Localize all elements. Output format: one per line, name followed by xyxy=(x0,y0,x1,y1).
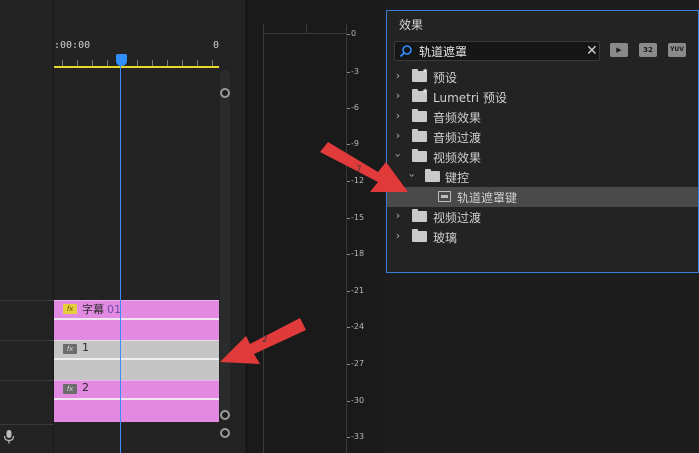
folder-icon xyxy=(412,209,427,222)
tree-item-label: 视频过渡 xyxy=(433,211,482,225)
db-label: -3 xyxy=(351,67,359,76)
folder-icon: ★ xyxy=(412,67,428,82)
chevron-right-icon[interactable]: › xyxy=(393,209,403,222)
tree-item-track-matte-key[interactable]: 轨道遮罩键 xyxy=(387,187,698,207)
scroll-zoom-handle[interactable] xyxy=(220,88,230,98)
meter-channels xyxy=(263,24,347,453)
clip-label: 1 xyxy=(82,341,89,354)
db-label: -18 xyxy=(351,249,365,258)
db-label: -21 xyxy=(351,286,365,295)
chevron-right-icon[interactable]: › xyxy=(393,69,403,82)
folder-icon xyxy=(425,169,440,182)
playhead-handle[interactable] xyxy=(116,54,127,66)
tree-item-lumetri-presets[interactable]: › ★ Lumetri 预设 xyxy=(387,87,698,107)
scroll-zoom-handle[interactable] xyxy=(220,428,230,438)
audio-meter-panel: 0 -3 -6 -9 -12 -15 -18 -21 -24 -27 -30 -… xyxy=(246,0,384,453)
fx-badge: fx xyxy=(63,384,77,394)
timeline-clip[interactable]: fx 1 xyxy=(54,340,219,380)
playhead-line[interactable] xyxy=(120,54,121,453)
db-scale: 0 -3 -6 -9 -12 -15 -18 -21 -24 -27 -30 -… xyxy=(347,24,385,453)
timecode-start: :00:00 xyxy=(54,40,91,51)
tree-item-label: 视频效果 xyxy=(433,151,482,165)
time-ruler[interactable]: :00:00 0 xyxy=(54,36,219,70)
folder-icon: ★ xyxy=(412,87,428,102)
search-input[interactable] xyxy=(419,43,579,59)
microphone-icon[interactable] xyxy=(3,430,15,444)
tree-item-audio-effects[interactable]: › 音频效果 xyxy=(387,107,698,127)
fx-badge: fx xyxy=(63,304,77,314)
accelerated-effects-icon[interactable]: ▶ xyxy=(610,43,628,57)
tree-item-label: 玻璃 xyxy=(433,231,458,245)
work-area-bar[interactable] xyxy=(54,66,219,68)
tree-item-label: 键控 xyxy=(445,171,470,185)
effects-panel: 效果 ✕ ▶ 32 YUV › ★ 预设 › ★ Lumetri 预设 › 音频… xyxy=(386,10,699,273)
clip-label: 2 xyxy=(82,381,89,394)
fx-badge: fx xyxy=(63,344,77,354)
tree-item-label: 音频效果 xyxy=(433,111,482,125)
panel-title[interactable]: 效果 xyxy=(399,16,423,33)
chevron-right-icon[interactable]: › xyxy=(393,89,403,102)
clip-label: 字幕 01 xyxy=(82,303,121,316)
tree-item-video-transitions[interactable]: › 视频过渡 xyxy=(387,207,698,227)
track-header-row[interactable] xyxy=(0,380,54,424)
db-label: -27 xyxy=(351,359,365,368)
32bit-effects-icon[interactable]: 32 xyxy=(639,43,657,57)
track-header-row[interactable] xyxy=(0,300,54,340)
tree-item-glass[interactable]: › 玻璃 xyxy=(387,227,698,247)
track-header-row[interactable] xyxy=(0,340,54,380)
scroll-zoom-handle[interactable] xyxy=(220,410,230,420)
timecode-end: 0 xyxy=(213,40,220,51)
timeline-clip[interactable]: fx 2 xyxy=(54,380,219,422)
folder-icon xyxy=(412,229,427,242)
folder-icon xyxy=(412,109,427,122)
yuv-effects-icon[interactable]: YUV xyxy=(668,43,686,57)
annotation-number: 7 xyxy=(356,165,362,175)
annotation-arrow-icon xyxy=(320,142,408,192)
db-label: -6 xyxy=(351,103,359,112)
db-label: 0 xyxy=(351,29,357,38)
timeline-panel: :00:00 0 fx 字幕 01 fx 1 fx 2 xyxy=(0,0,245,453)
tree-item-label: 轨道遮罩键 xyxy=(457,191,518,205)
annotation-number: 2 xyxy=(262,335,268,345)
search-box[interactable]: ✕ xyxy=(394,41,600,61)
chevron-right-icon[interactable]: › xyxy=(393,229,403,242)
tree-item-audio-transitions[interactable]: › 音频过渡 xyxy=(387,127,698,147)
db-label: -30 xyxy=(351,396,365,405)
tree-item-label: Lumetri 预设 xyxy=(433,91,507,105)
tree-item-presets[interactable]: › ★ 预设 xyxy=(387,67,698,87)
clear-search-icon[interactable]: ✕ xyxy=(586,43,598,59)
db-label: -33 xyxy=(351,432,365,441)
effect-item-icon xyxy=(438,191,451,202)
db-label: -24 xyxy=(351,322,365,331)
tree-item-keying[interactable]: › 键控 xyxy=(387,167,698,187)
tree-item-label: 预设 xyxy=(433,71,458,85)
tree-item-label: 音频过渡 xyxy=(433,131,482,145)
db-label: -15 xyxy=(351,213,365,222)
timeline-clip[interactable]: fx 字幕 01 xyxy=(54,300,219,340)
chevron-right-icon[interactable]: › xyxy=(393,109,403,122)
track-headers xyxy=(0,0,54,453)
search-icon xyxy=(399,45,412,58)
tree-item-video-effects[interactable]: › 视频效果 xyxy=(387,147,698,167)
